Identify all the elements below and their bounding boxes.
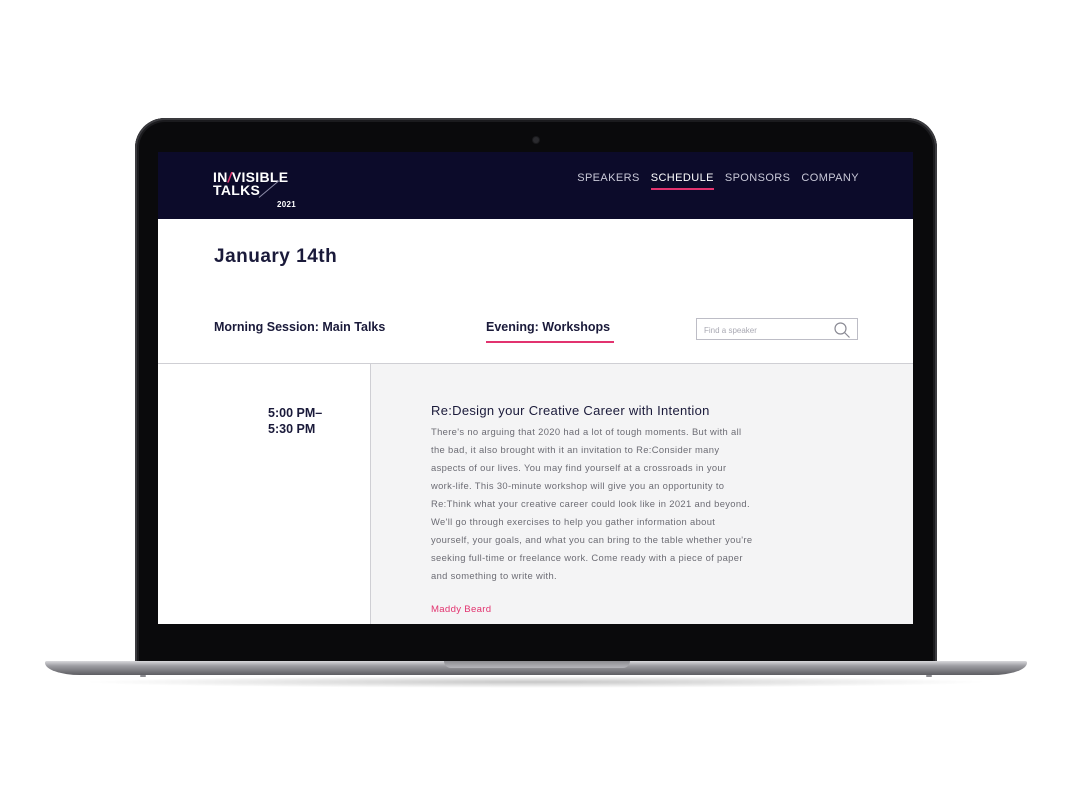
tab-evening-workshops[interactable]: Evening: Workshops bbox=[486, 320, 615, 343]
speaker-search bbox=[696, 318, 858, 340]
laptop-foot bbox=[926, 675, 932, 677]
browser-screen: IN/VISIBLE TALKS 2021 SPEAKERS SCHEDULE … bbox=[158, 152, 913, 624]
nav-company[interactable]: COMPANY bbox=[801, 172, 859, 188]
nav-sponsors[interactable]: SPONSORS bbox=[725, 172, 791, 188]
tab-morning-session[interactable]: Morning Session: Main Talks bbox=[214, 320, 385, 343]
session-description: There's no arguing that 2020 had a lot o… bbox=[431, 426, 753, 581]
laptop-foot bbox=[140, 675, 146, 677]
laptop-shadow bbox=[80, 676, 992, 688]
speaker-link[interactable]: Maddy Beard bbox=[431, 604, 491, 615]
session-time-start: 5:00 PM– bbox=[268, 406, 323, 420]
session-time-end: 5:30 PM bbox=[268, 422, 316, 436]
search-icon[interactable] bbox=[833, 321, 851, 344]
time-column: 5:00 PM– 5:30 PM bbox=[158, 364, 371, 624]
session-time: 5:00 PM– 5:30 PM bbox=[268, 405, 322, 437]
nav-schedule[interactable]: SCHEDULE bbox=[650, 172, 714, 190]
nav-speakers[interactable]: SPEAKERS bbox=[577, 172, 640, 188]
site-logo[interactable]: IN/VISIBLE TALKS 2021 bbox=[213, 170, 313, 211]
logo-line-2: TALKS bbox=[213, 182, 261, 198]
camera-icon bbox=[533, 137, 539, 143]
session-title: Re:Design your Creative Career with Inte… bbox=[431, 403, 710, 418]
page-title: January 14th bbox=[214, 246, 338, 267]
main-nav: SPEAKERS SCHEDULE SPONSORS COMPANY bbox=[577, 172, 859, 190]
search-input[interactable] bbox=[702, 320, 830, 340]
logo-year: 2021 bbox=[277, 200, 296, 209]
site-header: IN/VISIBLE TALKS 2021 SPEAKERS SCHEDULE … bbox=[158, 152, 913, 219]
session-details: Re:Design your Creative Career with Inte… bbox=[371, 364, 913, 624]
laptop-notch bbox=[444, 661, 630, 668]
